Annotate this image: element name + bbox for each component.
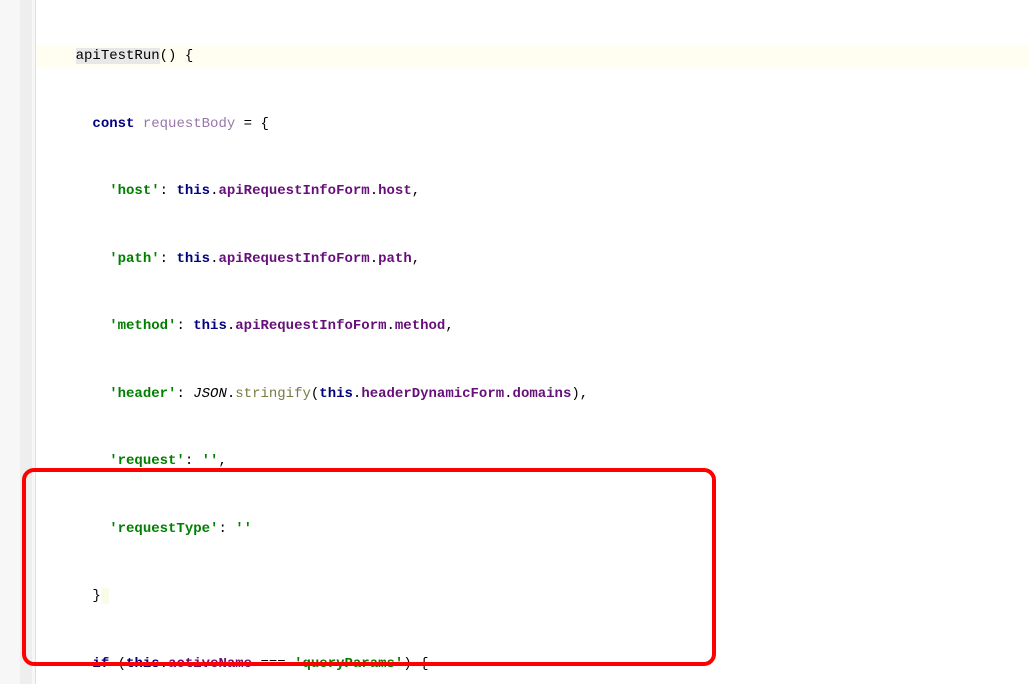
code-line[interactable]: 'requestType': '' — [36, 518, 1029, 541]
code-line[interactable]: 'host': this.apiRequestInfoForm.host, — [36, 180, 1029, 203]
editor-gutter — [0, 0, 36, 684]
code-line[interactable]: 'method': this.apiRequestInfoForm.method… — [36, 315, 1029, 338]
code-line[interactable]: } — [36, 585, 1029, 608]
code-line[interactable]: 'request': '', — [36, 450, 1029, 473]
code-line[interactable]: 'header': JSON.stringify(this.headerDyna… — [36, 383, 1029, 406]
code-line[interactable]: if (this.activeName === 'queryParams') { — [36, 653, 1029, 676]
code-line[interactable]: const requestBody = { — [36, 113, 1029, 136]
cursor-position: apiTestRun — [76, 48, 160, 64]
code-editor[interactable]: apiTestRun() { const requestBody = { 'ho… — [0, 0, 1029, 684]
code-line[interactable]: apiTestRun() { — [36, 45, 1029, 68]
code-line[interactable]: 'path': this.apiRequestInfoForm.path, — [36, 248, 1029, 271]
code-content-area[interactable]: apiTestRun() { const requestBody = { 'ho… — [36, 0, 1029, 684]
